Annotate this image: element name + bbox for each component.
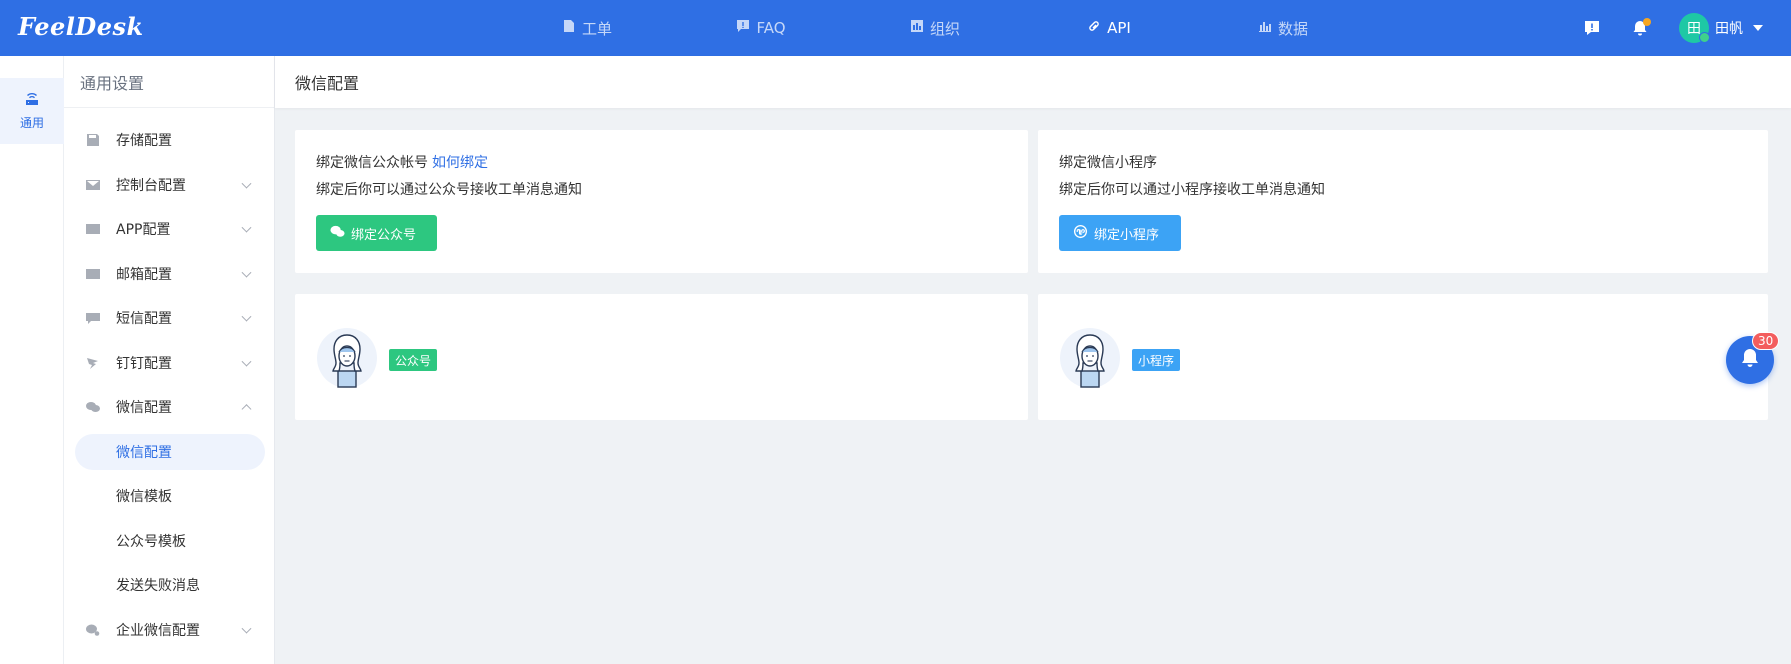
mail-icon	[86, 223, 100, 235]
link-icon	[1087, 19, 1101, 37]
sidebar-item-email[interactable]: 邮箱配置	[64, 252, 274, 297]
sidebar-subitem-failed-messages[interactable]: 发送失败消息	[64, 563, 274, 608]
official-account-tag: 公众号	[389, 349, 438, 371]
default-avatar-icon	[1059, 327, 1121, 389]
default-avatar-icon	[316, 327, 378, 389]
bind-official-desc: 绑定后你可以通过公众号接收工单消息通知	[316, 182, 582, 198]
top-navbar: FeelDesk 工单 FAQ 组织 API 数据 田 田帆	[0, 0, 1791, 56]
ticket-icon	[562, 19, 576, 37]
nav-tickets[interactable]: 工单	[500, 0, 674, 56]
sidebar-list: 存储配置 控制台配置 APP配置 邮箱配置 短信配置 钉钉配置 微信配置 微信配…	[64, 108, 274, 652]
sidebar-item-wecom[interactable]: 企业微信配置	[64, 608, 274, 653]
bell-dot	[1643, 18, 1651, 26]
mini-status-card: 小程序	[1038, 294, 1768, 420]
left-rail: 通用	[0, 56, 64, 664]
bind-mini-desc: 绑定后你可以通过小程序接收工单消息通知	[1059, 182, 1325, 198]
org-icon	[910, 19, 924, 37]
avatar: 田	[1679, 13, 1710, 43]
bell-icon[interactable]	[1631, 18, 1651, 37]
top-nav: 工单 FAQ 组织 API 数据	[500, 0, 1370, 56]
sidebar-item-console[interactable]: 控制台配置	[64, 163, 274, 208]
settings-sidebar: 通用设置 存储配置 控制台配置 APP配置 邮箱配置 短信配置 钉钉配置 微信配…	[64, 56, 275, 664]
rail-item-general[interactable]: 通用	[0, 78, 64, 144]
user-name: 田帆	[1715, 21, 1743, 37]
sidebar-item-storage[interactable]: 存储配置	[64, 118, 274, 163]
sidebar-item-dingtalk[interactable]: 钉钉配置	[64, 341, 274, 386]
dingtalk-icon	[86, 357, 100, 369]
how-to-bind-link[interactable]: 如何绑定	[432, 155, 488, 171]
bind-mini-title: 绑定微信小程序	[1059, 155, 1157, 171]
bind-mini-card: 绑定微信小程序 绑定后你可以通过小程序接收工单消息通知 绑定小程序	[1038, 130, 1768, 273]
bell-icon	[1739, 347, 1761, 373]
feedback-icon[interactable]	[1583, 19, 1601, 37]
mini-program-tag: 小程序	[1132, 349, 1181, 371]
bind-official-title: 绑定微信公众帐号	[316, 155, 428, 171]
bind-official-card: 绑定微信公众帐号 如何绑定 绑定后你可以通过公众号接收工单消息通知 绑定公众号	[295, 130, 1028, 273]
chevron-down-icon	[241, 222, 252, 233]
notification-count-badge: 30	[1752, 332, 1780, 350]
page-title: 微信配置	[275, 56, 1791, 108]
chevron-down-icon	[1753, 25, 1763, 31]
save-icon	[86, 134, 100, 147]
faq-icon	[736, 19, 750, 37]
chevron-down-icon	[241, 178, 252, 189]
wechat-icon	[330, 224, 345, 242]
router-icon	[24, 91, 40, 110]
chevron-down-icon	[241, 356, 252, 367]
mail-icon	[86, 179, 100, 191]
official-status-card: 公众号	[295, 294, 1028, 420]
wechat-icon	[86, 401, 100, 413]
nav-faq[interactable]: FAQ	[674, 0, 848, 56]
sidebar-item-app[interactable]: APP配置	[64, 207, 274, 252]
top-right-tools: 田 田帆	[1583, 0, 1763, 56]
chevron-down-icon	[241, 311, 252, 322]
sidebar-subitem-official-template[interactable]: 公众号模板	[64, 519, 274, 564]
sidebar-item-wechat[interactable]: 微信配置	[64, 385, 274, 430]
mini-program-icon	[1073, 224, 1088, 242]
nav-org[interactable]: 组织	[848, 0, 1022, 56]
sidebar-subitem-wechat-config[interactable]: 微信配置	[75, 433, 265, 470]
chevron-down-icon	[241, 623, 252, 634]
bind-official-button[interactable]: 绑定公众号	[316, 215, 437, 251]
sidebar-subitem-wechat-template[interactable]: 微信模板	[64, 474, 274, 519]
sidebar-title: 通用设置	[64, 56, 274, 108]
rail-item-label: 通用	[19, 116, 44, 130]
app-logo[interactable]: FeelDesk	[18, 12, 144, 41]
bind-mini-button[interactable]: 绑定小程序	[1059, 215, 1181, 251]
sidebar-item-sms[interactable]: 短信配置	[64, 296, 274, 341]
message-icon	[86, 312, 100, 325]
nav-api[interactable]: API	[1022, 0, 1196, 56]
nav-data[interactable]: 数据	[1196, 0, 1370, 56]
user-menu[interactable]: 田 田帆	[1679, 13, 1763, 43]
chart-icon	[1258, 19, 1272, 37]
mail-icon	[86, 268, 100, 280]
wecom-icon	[86, 624, 100, 636]
chevron-down-icon	[241, 267, 252, 278]
chevron-up-icon	[241, 404, 252, 415]
